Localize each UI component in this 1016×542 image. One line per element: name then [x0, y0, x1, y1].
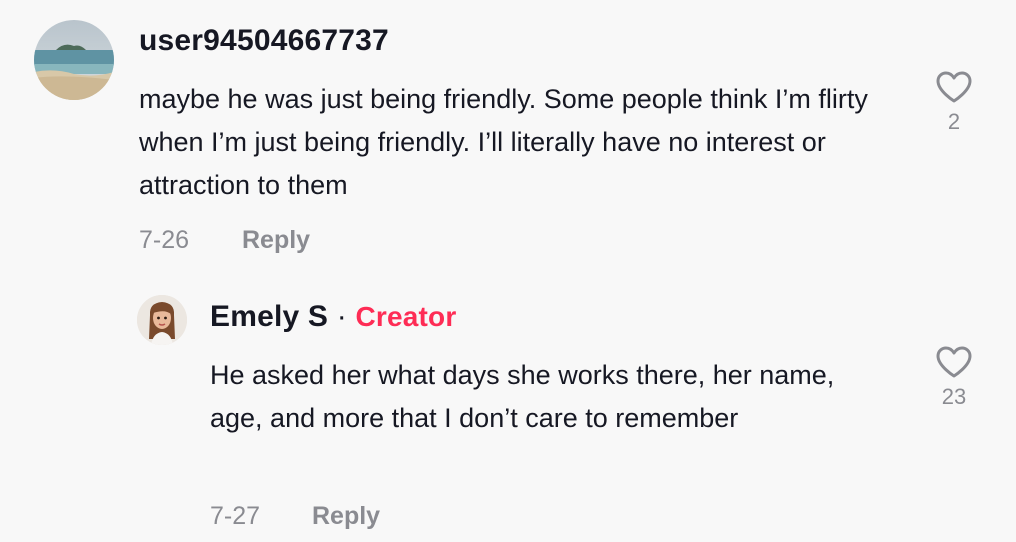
comment-date: 7-27: [210, 502, 261, 530]
comment-text: He asked her what days she works there, …: [210, 360, 835, 433]
like-count: 2: [947, 109, 961, 134]
like-count: 23: [941, 384, 967, 409]
separator-dot: ·: [336, 300, 347, 333]
comment-date: 7-26: [139, 226, 190, 254]
heart-icon: [936, 71, 972, 103]
cartoon-woman-avatar-icon: [137, 295, 187, 345]
reply-username[interactable]: Emely S: [210, 300, 328, 333]
avatar[interactable]: [137, 295, 187, 345]
reply-button[interactable]: Reply: [312, 502, 380, 531]
comment-username: Emely S · Creator: [210, 300, 456, 334]
like-button[interactable]: 23: [929, 345, 979, 410]
comment-text: maybe he was just being friendly. Some p…: [139, 84, 868, 200]
reply-button[interactable]: Reply: [242, 226, 310, 255]
like-button[interactable]: 2: [929, 70, 979, 135]
creator-badge: Creator: [355, 301, 457, 332]
heart-icon: [936, 346, 972, 378]
comment-username[interactable]: user94504667737: [139, 24, 389, 58]
avatar[interactable]: [34, 20, 114, 100]
beach-landscape-avatar-icon: [34, 20, 114, 100]
